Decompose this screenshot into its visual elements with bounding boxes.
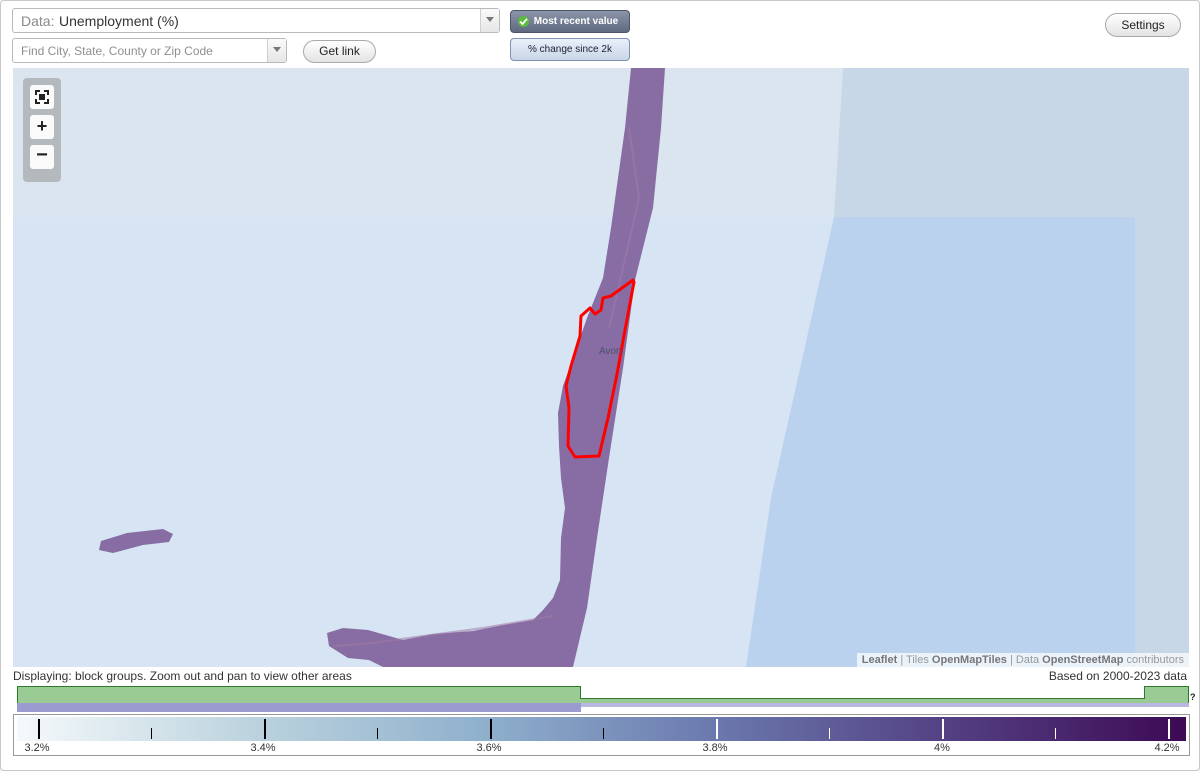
map-view[interactable]: Avon + − Leaflet | Tiles OpenMapTiles | … xyxy=(13,68,1189,667)
openmaptiles-link[interactable]: OpenMapTiles xyxy=(932,654,1007,666)
legend-major-tick xyxy=(716,719,718,739)
legend-major-tick xyxy=(942,719,944,739)
map-attribution: Leaflet | Tiles OpenMapTiles | Data Open… xyxy=(856,653,1189,667)
data-selector-prefix: Data: xyxy=(21,13,55,29)
display-level-note: Displaying: block groups. Zoom out and p… xyxy=(13,669,352,683)
checkmark-icon xyxy=(518,16,529,27)
legend-major-tick xyxy=(264,719,266,739)
fullscreen-button[interactable] xyxy=(30,85,54,109)
chevron-down-icon[interactable] xyxy=(267,39,286,62)
fullscreen-icon xyxy=(35,90,49,104)
zoom-in-button[interactable]: + xyxy=(30,115,54,139)
legend-minor-tick xyxy=(829,728,830,739)
attribution-text: | Data xyxy=(1006,654,1043,666)
help-icon[interactable]: ? xyxy=(1190,692,1196,702)
percent-change-toggle[interactable]: % change since 2k xyxy=(510,38,630,61)
legend-label: 3.8% xyxy=(702,742,728,754)
legend-minor-tick xyxy=(603,728,604,739)
legend-gradient-bar xyxy=(17,717,1186,741)
most-recent-value-label: Most recent value xyxy=(533,16,619,27)
legend-label: 3.4% xyxy=(250,742,276,754)
legend-label: 3.6% xyxy=(476,742,502,754)
place-label-avon: Avon xyxy=(599,346,622,357)
chevron-down-icon[interactable] xyxy=(480,9,499,32)
legend-minor-tick xyxy=(151,728,152,739)
zoom-out-button[interactable]: − xyxy=(30,145,54,169)
settings-button[interactable]: Settings xyxy=(1105,13,1181,37)
timeline-coverage-bar xyxy=(17,703,581,712)
location-search[interactable] xyxy=(12,38,287,63)
leaflet-link[interactable]: Leaflet xyxy=(862,654,897,666)
data-selector[interactable]: Data: Unemployment (%) xyxy=(12,8,500,33)
legend-label: 4.2% xyxy=(1154,742,1180,754)
attribution-text: contributors xyxy=(1123,654,1184,666)
data-timeline[interactable] xyxy=(17,685,1190,713)
data-range-note: Based on 2000-2023 data xyxy=(1048,669,1187,683)
get-link-button[interactable]: Get link xyxy=(303,40,376,63)
map-zoom-control: + − xyxy=(23,78,61,182)
legend-minor-tick xyxy=(377,728,378,739)
legend-label: 4% xyxy=(934,742,950,754)
legend-major-tick xyxy=(490,719,492,739)
timeline-availability-bar[interactable] xyxy=(17,686,1189,704)
app-frame: Data: Unemployment (%) Get link Most rec… xyxy=(0,0,1200,771)
legend-major-tick xyxy=(1168,719,1170,739)
legend-major-tick xyxy=(38,719,40,739)
location-search-input[interactable] xyxy=(21,42,261,59)
legend-label: 3.2% xyxy=(24,742,50,754)
openstreetmap-link[interactable]: OpenStreetMap xyxy=(1042,654,1123,666)
most-recent-value-toggle[interactable]: Most recent value xyxy=(510,10,630,33)
attribution-text: | Tiles xyxy=(897,654,932,666)
color-legend: 3.2% 3.4% 3.6% 3.8% 4% 4.2% xyxy=(13,714,1190,756)
data-selector-value: Unemployment (%) xyxy=(59,13,179,29)
legend-minor-tick xyxy=(1055,728,1056,739)
map-canvas[interactable]: Avon xyxy=(13,68,1189,667)
